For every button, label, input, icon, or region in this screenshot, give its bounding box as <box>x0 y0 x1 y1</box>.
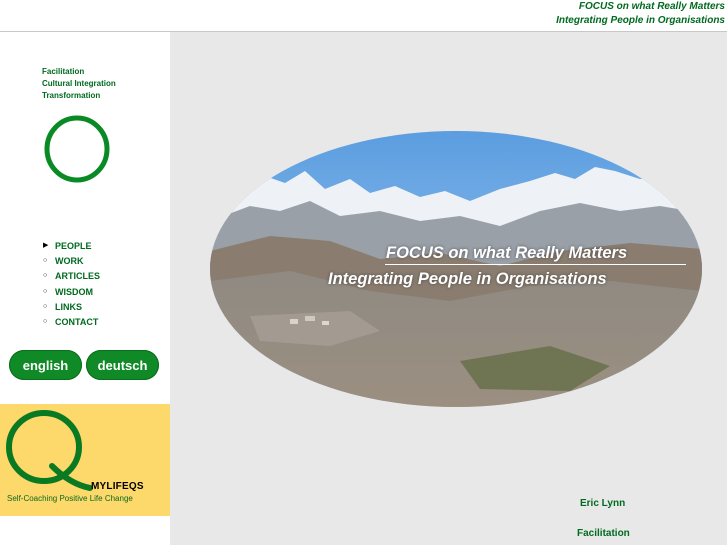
english-button[interactable]: english <box>9 350 82 380</box>
circle-bullet-icon: ○ <box>43 272 48 280</box>
nav-item-links[interactable]: ○ LINKS <box>43 299 100 314</box>
header-slogan: FOCUS on what Really Matters <box>578 1 725 12</box>
nav-link-articles[interactable]: ARTICLES <box>55 271 100 281</box>
main-nav: ▶ PEOPLE ○ WORK ○ ARTICLES ○ WISDOM ○ LI… <box>43 238 100 330</box>
nav-link-links[interactable]: LINKS <box>55 302 82 312</box>
tagline-transformation: Transformation <box>42 91 101 100</box>
mylifeqs-banner[interactable]: MYLIFEQS Self-Coaching Positive Life Cha… <box>0 404 170 516</box>
mylifeqs-slogan: Self-Coaching Positive Life Change <box>7 494 133 503</box>
tagline-cultural-integration: Cultural Integration <box>42 79 116 88</box>
hero-subheadline: Integrating People in Organisations <box>328 270 607 288</box>
triangle-bullet-icon: ▶ <box>43 241 49 249</box>
header-subtitle: Integrating People in Organisations <box>556 15 725 26</box>
mountain-landscape-image <box>210 131 702 407</box>
hero-headline: FOCUS on what Really Matters <box>386 244 628 262</box>
circle-bullet-icon: ○ <box>43 287 48 295</box>
mylifeqs-brand: MYLIFEQS <box>91 481 144 492</box>
person-role: Facilitation <box>577 528 630 539</box>
nav-link-contact[interactable]: CONTACT <box>55 317 98 327</box>
nav-item-people[interactable]: ▶ PEOPLE <box>43 238 100 253</box>
deutsch-button[interactable]: deutsch <box>86 350 159 380</box>
nav-link-people[interactable]: PEOPLE <box>55 241 92 251</box>
tagline: Facilitation Cultural Integration Transf… <box>42 66 116 102</box>
nav-item-articles[interactable]: ○ ARTICLES <box>43 269 100 284</box>
nav-link-work[interactable]: WORK <box>55 256 84 266</box>
circle-bullet-icon: ○ <box>43 318 48 326</box>
hero-divider <box>385 264 686 265</box>
nav-item-work[interactable]: ○ WORK <box>43 253 100 268</box>
circle-bullet-icon: ○ <box>43 256 48 264</box>
top-header: FOCUS on what Really Matters Integrating… <box>0 0 727 32</box>
tagline-facilitation: Facilitation <box>42 67 85 76</box>
circle-bullet-icon: ○ <box>43 302 48 310</box>
nav-link-wisdom[interactable]: WISDOM <box>55 287 93 297</box>
person-name: Eric Lynn <box>580 498 626 509</box>
ring-logo-icon <box>44 115 110 183</box>
sidebar: Facilitation Cultural Integration Transf… <box>0 32 170 545</box>
nav-item-wisdom[interactable]: ○ WISDOM <box>43 284 100 299</box>
nav-item-contact[interactable]: ○ CONTACT <box>43 314 100 329</box>
